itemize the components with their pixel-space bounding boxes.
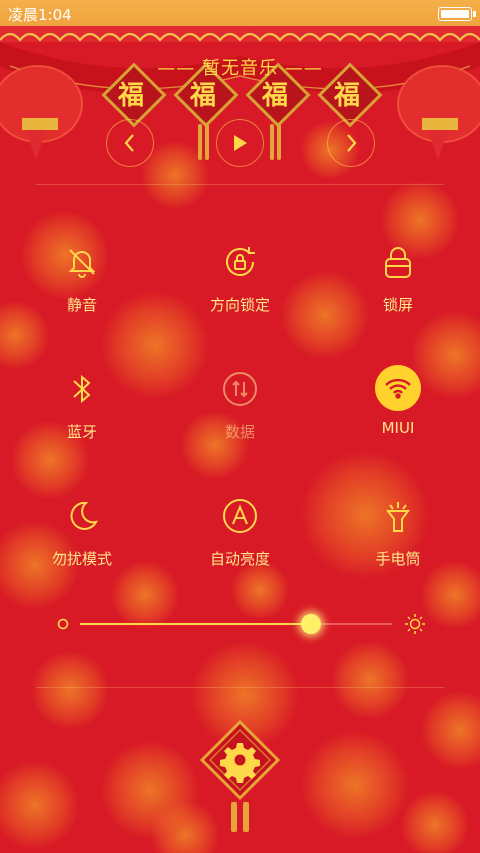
status-bar: 凌晨1:04	[0, 0, 480, 26]
moon-icon	[70, 501, 98, 530]
flashlight-icon	[386, 502, 410, 532]
toggle-label: 勿扰模式	[51, 550, 112, 568]
battery-full-icon	[438, 7, 476, 21]
fu-char: 福	[261, 81, 288, 111]
settings-button[interactable]	[198, 720, 282, 835]
slider-fill	[80, 623, 311, 625]
toggle-label: 数据	[224, 423, 255, 441]
divider	[36, 184, 444, 185]
toggle-rotation-lock[interactable]: 方向锁定	[180, 238, 300, 315]
rotation-lock-icon	[226, 247, 255, 276]
toggle-mobile-data[interactable]: 数据	[180, 365, 300, 442]
toggle-label: 自动亮度	[209, 550, 270, 568]
next-icon	[347, 134, 357, 152]
toggle-label: 蓝牙	[66, 423, 97, 441]
toggle-label: MIUI	[381, 419, 415, 437]
toggle-label: 静音	[66, 296, 97, 314]
slider-thumb[interactable]	[300, 614, 321, 634]
toggle-wifi[interactable]: MIUI	[338, 365, 458, 437]
bell-off-icon	[68, 249, 96, 278]
toggle-label: 手电筒	[375, 550, 421, 568]
festive-header-ornament	[0, 26, 480, 160]
play-button[interactable]	[216, 119, 264, 167]
toggle-bluetooth[interactable]: 蓝牙	[22, 365, 142, 442]
fu-char: 福	[333, 81, 360, 111]
status-time: 凌晨1:04	[8, 6, 72, 24]
brightness-high-icon	[405, 614, 425, 634]
toggle-auto-brightness[interactable]: 自动亮度	[180, 492, 300, 569]
toggle-do-not-disturb[interactable]: 勿扰模式	[22, 492, 142, 569]
music-title: —— 暂无音乐 ——	[157, 58, 323, 79]
divider	[36, 687, 444, 688]
mobile-data-icon	[223, 372, 257, 406]
play-icon	[234, 135, 247, 151]
brightness-low-icon	[57, 618, 69, 630]
tassel	[205, 124, 209, 160]
toggle-label: 锁屏	[382, 296, 413, 314]
auto-brightness-icon	[223, 499, 257, 533]
previous-icon	[124, 134, 134, 152]
slider-track[interactable]	[80, 623, 392, 625]
tassel	[198, 124, 202, 160]
toggle-lock-screen[interactable]: 锁屏	[338, 238, 458, 315]
tassel	[270, 124, 274, 160]
toggle-flashlight[interactable]: 手电筒	[338, 492, 458, 569]
brightness-slider[interactable]	[56, 608, 426, 640]
gear-icon	[220, 743, 260, 783]
previous-button[interactable]	[106, 119, 154, 167]
tassel	[277, 124, 281, 160]
next-button[interactable]	[327, 119, 375, 167]
bluetooth-icon	[73, 374, 91, 404]
toggle-mute[interactable]: 静音	[22, 238, 142, 315]
toggle-label: 方向锁定	[209, 296, 270, 314]
lock-icon	[385, 247, 411, 278]
fu-char: 福	[189, 81, 216, 111]
wifi-icon	[385, 378, 411, 399]
fu-char: 福	[117, 81, 144, 111]
